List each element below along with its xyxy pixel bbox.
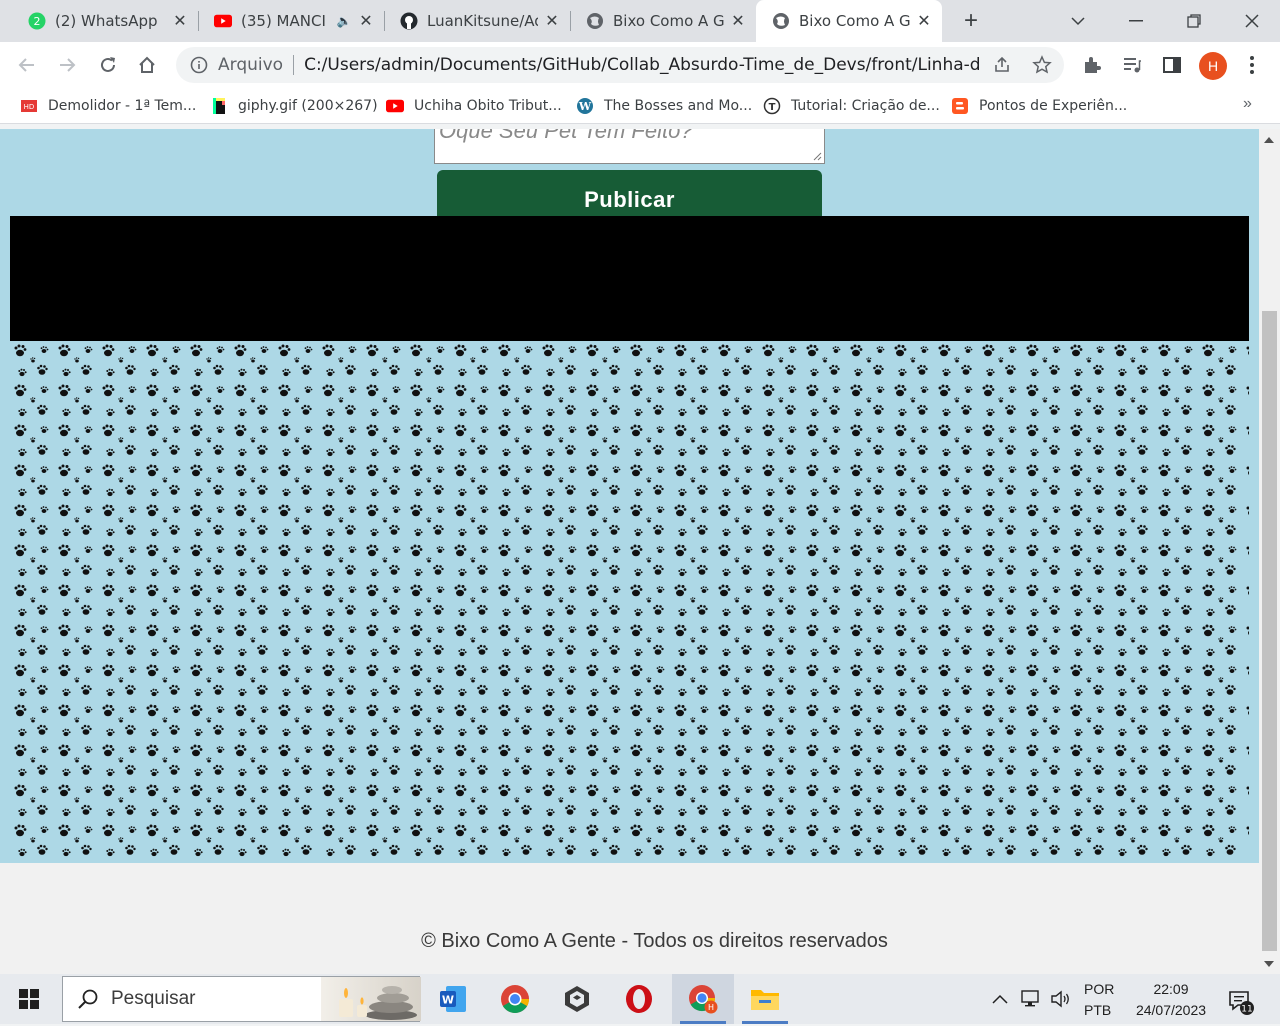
input-language[interactable]: POR PTB <box>1084 979 1114 1021</box>
globe-icon <box>586 12 604 30</box>
network-icon[interactable] <box>1020 974 1042 1024</box>
reload-button[interactable] <box>94 51 122 79</box>
windows-logo-icon <box>19 989 39 1009</box>
bookmarks-overflow-icon[interactable]: » <box>1243 95 1252 113</box>
menu-icon[interactable] <box>1238 51 1266 79</box>
show-hidden-icons[interactable] <box>990 974 1010 1024</box>
bookmark-uchiha[interactable]: Uchiha Obito Tribut... <box>386 95 562 117</box>
bookmark-bosses[interactable]: W The Bosses and Mo... <box>576 95 752 117</box>
tab-bixo-1[interactable]: Bixo Como A Ge ✕ <box>570 0 756 42</box>
notifications-icon[interactable]: 11 <box>1226 986 1256 1016</box>
close-icon[interactable]: ✕ <box>544 13 560 29</box>
taskbar-search[interactable]: Pesquisar <box>62 976 421 1022</box>
publish-button[interactable]: Publicar <box>437 170 822 216</box>
share-icon[interactable] <box>992 55 1012 80</box>
side-panel-icon[interactable] <box>1158 51 1186 79</box>
tab-search-icon[interactable] <box>1050 0 1106 42</box>
svg-text:HD: HD <box>24 103 35 111</box>
scroll-up-icon[interactable] <box>1264 137 1274 143</box>
tab-whatsapp[interactable]: 2 (2) WhatsApp ✕ <box>12 0 198 42</box>
svg-text:W: W <box>442 994 454 1007</box>
youtube-icon <box>386 99 404 113</box>
svg-text:T: T <box>769 102 776 113</box>
chrome-icon <box>501 985 529 1013</box>
profile-avatar[interactable]: H <box>1199 52 1227 80</box>
paw-print-background <box>10 341 1249 863</box>
footer: © Bixo Como A Gente - Todos os direitos … <box>0 863 1259 974</box>
close-icon[interactable]: ✕ <box>172 13 188 29</box>
tab-strip: 2 (2) WhatsApp ✕ (35) MANCI 🔈 ✕ LuanKits… <box>0 0 1280 42</box>
url-text[interactable]: C:/Users/admin/Documents/GitHub/Collab_A… <box>304 55 980 75</box>
minimize-button[interactable] <box>1108 0 1164 42</box>
whatsapp-icon: 2 <box>28 12 46 30</box>
bookmark-pontos[interactable]: Pontos de Experiên... <box>951 95 1127 117</box>
bookmark-giphy[interactable]: giphy.gif (200×267) <box>210 95 378 117</box>
search-icon <box>78 989 98 1009</box>
bookmarks-bar: HD Demolidor - 1ª Tem... giphy.gif (200×… <box>0 88 1280 124</box>
back-button[interactable] <box>13 51 41 79</box>
unity-icon <box>565 986 589 1012</box>
volume-icon[interactable] <box>1050 974 1072 1024</box>
svg-text:H: H <box>708 1003 714 1012</box>
tab-bixo-active[interactable]: Bixo Como A Ge ✕ <box>756 0 942 42</box>
globe-icon <box>772 12 790 30</box>
clock-date: 24/07/2023 <box>1135 1002 1207 1018</box>
extensions-icon[interactable] <box>1078 51 1106 79</box>
giphy-icon <box>213 98 225 114</box>
info-icon[interactable] <box>190 56 208 74</box>
scroll-down-icon[interactable] <box>1264 961 1274 967</box>
bookmark-tutorial[interactable]: T Tutorial: Criação de... <box>763 95 940 117</box>
black-banner <box>10 216 1249 341</box>
post-textarea[interactable]: Oque Seu Pet Tem Feito? <box>434 129 825 164</box>
svg-text:W: W <box>578 100 592 113</box>
search-placeholder: Pesquisar <box>111 988 196 1009</box>
page-viewport: Oque Seu Pet Tem Feito? Publicar © Bixo … <box>0 129 1259 974</box>
svg-text:2: 2 <box>34 15 41 28</box>
wordpress-icon: W <box>577 98 593 114</box>
youtube-icon <box>214 12 232 30</box>
system-clock[interactable]: 22:09 24/07/2023 <box>1126 979 1216 1021</box>
bookmark-star-icon[interactable] <box>1032 55 1052 80</box>
opera-icon <box>626 985 652 1013</box>
github-icon <box>400 12 418 30</box>
media-control-icon[interactable] <box>1118 51 1146 79</box>
toolbar: Arquivo C:/Users/admin/Documents/GitHub/… <box>0 42 1280 88</box>
forward-button[interactable] <box>53 51 81 79</box>
page-scrollbar[interactable] <box>1259 129 1280 974</box>
close-window-button[interactable] <box>1224 0 1280 42</box>
footer-copyright: © Bixo Como A Gente - Todos os direitos … <box>421 930 888 952</box>
bookmark-demolidor[interactable]: HD Demolidor - 1ª Tem... <box>20 95 196 117</box>
address-bar[interactable]: Arquivo C:/Users/admin/Documents/GitHub/… <box>176 47 1064 83</box>
speaker-icon[interactable]: 🔈 <box>336 13 352 29</box>
taskbar-opera[interactable] <box>608 974 670 1024</box>
new-tab-button[interactable]: + <box>958 8 984 34</box>
tab-youtube[interactable]: (35) MANCI 🔈 ✕ <box>198 0 384 42</box>
close-icon[interactable]: ✕ <box>916 13 932 29</box>
start-button[interactable] <box>0 974 58 1024</box>
svg-text:11: 11 <box>1241 1005 1252 1015</box>
home-button[interactable] <box>133 51 161 79</box>
search-highlight-image <box>321 977 421 1021</box>
taskbar-word[interactable]: W <box>422 974 484 1024</box>
clock-time: 22:09 <box>1153 981 1189 997</box>
folder-icon <box>751 990 779 1010</box>
tab-github[interactable]: LuanKitsune/Ad ✕ <box>384 0 570 42</box>
word-icon: W <box>440 986 466 1012</box>
taskbar-chrome-profile[interactable]: H <box>672 974 734 1024</box>
windows-taskbar: Pesquisar W H POR PTB 22:09 24/07/2023 1… <box>0 974 1280 1024</box>
taskbar-chrome[interactable] <box>484 974 546 1024</box>
taskbar-unity[interactable] <box>546 974 608 1024</box>
scroll-thumb[interactable] <box>1262 311 1277 951</box>
close-icon[interactable]: ✕ <box>730 13 746 29</box>
resize-grip-icon[interactable] <box>812 151 822 161</box>
scheme-label: Arquivo <box>218 55 284 75</box>
chrome-profile-icon: H <box>689 985 718 1014</box>
close-icon[interactable]: ✕ <box>358 13 374 29</box>
hd-icon: HD <box>21 100 37 112</box>
restore-button[interactable] <box>1166 0 1222 42</box>
post-placeholder: Oque Seu Pet Tem Feito? <box>439 129 693 143</box>
blogger-icon <box>952 98 968 114</box>
t-icon: T <box>763 97 781 115</box>
taskbar-file-explorer[interactable] <box>734 974 796 1024</box>
